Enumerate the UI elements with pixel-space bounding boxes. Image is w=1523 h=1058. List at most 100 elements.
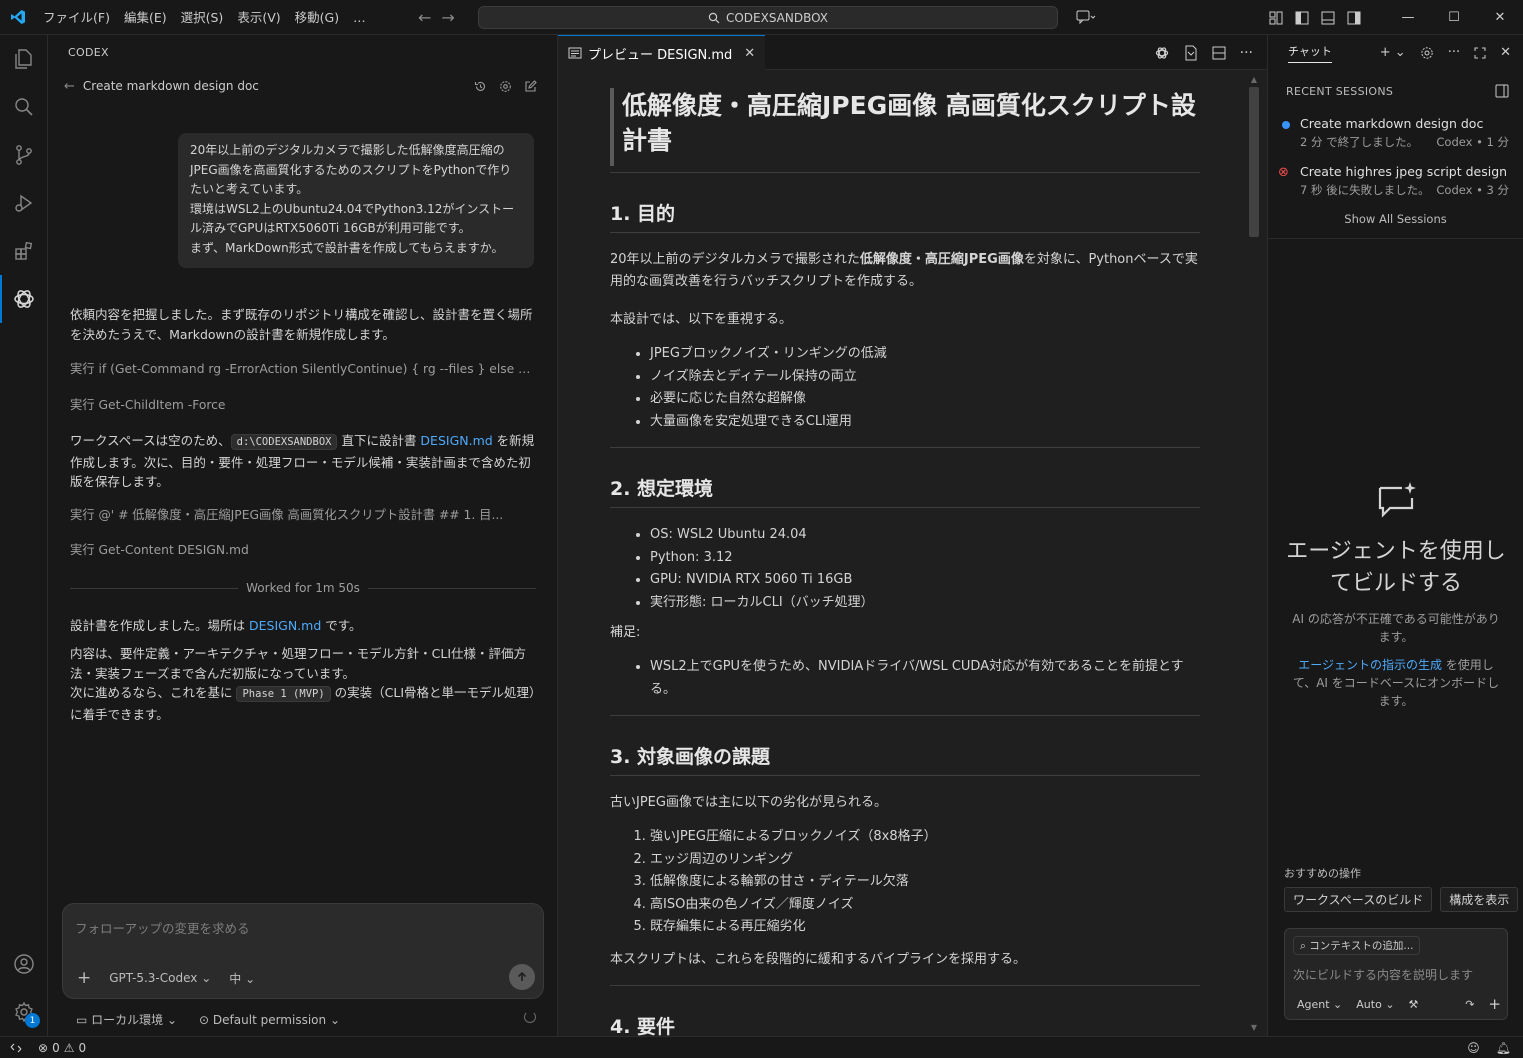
design-md-link[interactable]: DESIGN.md	[420, 433, 492, 448]
session-item[interactable]: Create markdown design doc 2 分 で終了しました。 C…	[1268, 116, 1523, 150]
chat-input-placeholder[interactable]: 次にビルドする内容を説明します	[1293, 966, 1473, 983]
title-bar-right: — ☐ ✕	[1263, 0, 1523, 35]
customize-layout-icon[interactable]	[1263, 0, 1289, 35]
delegate-icon[interactable]: ↷	[1465, 998, 1474, 1011]
send-button[interactable]	[509, 964, 535, 990]
session-meta: Codex • 1 分	[1436, 135, 1509, 149]
status-bar: ⊗ 0 ⚠ 0 ☺ 🔔︎	[0, 1036, 1523, 1058]
open-source-icon[interactable]	[1184, 45, 1198, 61]
add-icon[interactable]: +	[77, 968, 91, 988]
manage-gear-icon[interactable]: 1	[0, 988, 48, 1036]
model-select[interactable]: GPT-5.3-Codex ⌄	[109, 971, 211, 985]
permission-select[interactable]: ⊙ Default permission ⌄	[199, 1013, 340, 1027]
scroll-up-arrow-icon[interactable]: ▲	[1251, 75, 1257, 84]
back-arrow-icon[interactable]: ←	[64, 79, 75, 94]
codex-icon[interactable]	[0, 275, 48, 323]
source-control-icon[interactable]	[0, 131, 48, 179]
more-actions-icon[interactable]: ···	[1448, 45, 1460, 60]
section-heading: 1. 目的	[610, 199, 1200, 233]
toggle-panel-icon[interactable]	[1315, 0, 1341, 35]
composer-placeholder[interactable]: フォローアップの変更を求める	[75, 918, 250, 937]
model-select[interactable]: Auto ⌄	[1356, 998, 1394, 1011]
copilot-icon[interactable]: ☺	[1467, 1041, 1480, 1055]
run-command-3[interactable]: 実行 @' # 低解像度・高圧縮JPEG画像 高画質化スクリプト設計書 ## 1…	[70, 506, 536, 526]
error-icon: ⊗	[1278, 165, 1289, 180]
close-tab-icon[interactable]: ✕	[744, 46, 755, 61]
new-chat-icon[interactable]: + ⌄	[1380, 45, 1406, 60]
add-icon[interactable]: +	[1488, 995, 1501, 1013]
tools-icon[interactable]: ⚒	[1409, 998, 1419, 1011]
environment-select[interactable]: ▭ ローカル環境 ⌄	[76, 1011, 177, 1028]
mode-select[interactable]: Agent ⌄	[1297, 998, 1342, 1011]
maximize-icon[interactable]	[1474, 47, 1486, 59]
generate-instructions-link[interactable]: エージェントの指示の生成	[1298, 658, 1442, 672]
notifications-bell-icon[interactable]: 🔔︎	[1496, 1041, 1511, 1055]
close-button[interactable]: ✕	[1477, 0, 1523, 35]
section-heading: 4. 要件	[610, 1012, 1200, 1037]
suggestion-build-workspace[interactable]: ワークスペースのビルド	[1284, 887, 1433, 912]
list-item: 強いJPEG圧縮によるブロックノイズ（8x8格子）	[650, 826, 1200, 849]
settings-gear-icon[interactable]	[1420, 46, 1434, 60]
message-text: 次に進めるなら、これを基に	[70, 685, 237, 700]
split-editor-icon[interactable]	[1212, 46, 1226, 60]
session-item[interactable]: ⊗ Create highres jpeg script design 7 秒 …	[1268, 164, 1523, 198]
back-arrow-icon[interactable]: ←	[418, 8, 431, 27]
tab-chat[interactable]: チャット	[1288, 43, 1332, 63]
codex-panel: CODEX ← Create markdown design doc 20年以上…	[48, 35, 558, 1036]
toggle-secondary-sidebar-icon[interactable]	[1341, 0, 1367, 35]
minimize-button[interactable]: —	[1385, 0, 1431, 35]
account-icon[interactable]	[0, 940, 48, 988]
codex-action-icon[interactable]	[1154, 45, 1170, 61]
suggestion-show-config[interactable]: 構成を表示	[1440, 887, 1519, 912]
divider	[610, 447, 1200, 448]
preview-icon	[568, 47, 582, 59]
forward-arrow-icon[interactable]: →	[441, 8, 454, 27]
explorer-icon[interactable]	[0, 35, 48, 83]
design-md-link[interactable]: DESIGN.md	[249, 618, 321, 633]
list-item: 大量画像を安定処理できるCLI運用	[650, 411, 1200, 434]
session-active-icon	[1282, 121, 1290, 129]
problems-indicator[interactable]: ⊗ 0 ⚠ 0	[38, 1041, 86, 1055]
settings-gear-icon[interactable]	[499, 80, 512, 93]
chat-panel: チャット + ⌄ ··· ✕ RECENT SESSIONS Create ma…	[1267, 35, 1523, 1036]
extensions-icon[interactable]	[0, 227, 48, 275]
scroll-down-arrow-icon[interactable]: ▼	[1251, 1023, 1257, 1032]
run-command-4[interactable]: 実行 Get-Content DESIGN.md	[70, 541, 536, 561]
run-debug-icon[interactable]	[0, 179, 48, 227]
run-command-1[interactable]: 実行 if (Get-Command rg -ErrorAction Silen…	[70, 360, 536, 380]
more-actions-icon[interactable]: ···	[1240, 45, 1253, 61]
remote-icon[interactable]	[0, 1037, 32, 1058]
effort-select[interactable]: 中 ⌄	[229, 970, 255, 987]
close-icon[interactable]: ✕	[1500, 45, 1511, 60]
bullet-list: WSL2上でGPUを使うため、NVIDIAドライバ/WSL CUDA対応が有効で…	[610, 656, 1200, 701]
add-context-button[interactable]: ⌕ コンテキストの追加...	[1293, 936, 1421, 955]
paragraph: 古いJPEG画像では主に以下の劣化が見られる。	[610, 795, 887, 810]
chat-toggle-icon[interactable]	[1070, 0, 1102, 35]
toggle-primary-sidebar-icon[interactable]	[1289, 0, 1315, 35]
history-icon[interactable]	[474, 80, 487, 93]
chat-input[interactable]: ⌕ コンテキストの追加... 次にビルドする内容を説明します Agent ⌄ A…	[1284, 928, 1508, 1020]
empty-title: エージェントを使用してビルドする	[1286, 539, 1506, 596]
empty-onboard: エージェントの指示の生成 を使用して、AI をコードベースにオンボードします。	[1290, 656, 1502, 710]
command-center[interactable]: CODEXSANDBOX	[478, 6, 1058, 29]
menu-selection[interactable]: 選択(S)	[174, 0, 231, 35]
menu-file[interactable]: ファイル(F)	[36, 0, 117, 35]
list-item: 低解像度による輪郭の甘さ・ディテール欠落	[650, 871, 1200, 894]
session-meta: Codex • 3 分	[1436, 183, 1509, 197]
title-bar: ファイル(F) 編集(E) 選択(S) 表示(V) 移動(G) … ← → CO…	[0, 0, 1523, 35]
maximize-button[interactable]: ☐	[1431, 0, 1477, 35]
search-icon	[708, 12, 720, 23]
tab-design-preview[interactable]: プレビュー DESIGN.md ✕	[558, 35, 766, 70]
composer[interactable]: フォローアップの変更を求める + GPT-5.3-Codex ⌄ 中 ⌄	[62, 903, 544, 999]
editor-scrollbar[interactable]	[1249, 87, 1259, 237]
editor-area: プレビュー DESIGN.md ✕ ··· 低解像度・高圧縮JPEG画像 高画質…	[558, 35, 1267, 1036]
menu-view[interactable]: 表示(V)	[230, 0, 287, 35]
sidebar-toggle-icon[interactable]	[1495, 84, 1509, 98]
menu-more[interactable]: …	[346, 0, 373, 35]
menu-go[interactable]: 移動(G)	[288, 0, 346, 35]
search-icon[interactable]	[0, 83, 48, 131]
run-command-2[interactable]: 実行 Get-ChildItem -Force	[70, 396, 536, 416]
menu-edit[interactable]: 編集(E)	[117, 0, 174, 35]
show-all-sessions-link[interactable]: Show All Sessions	[1268, 212, 1523, 239]
new-thread-icon[interactable]	[524, 79, 537, 93]
